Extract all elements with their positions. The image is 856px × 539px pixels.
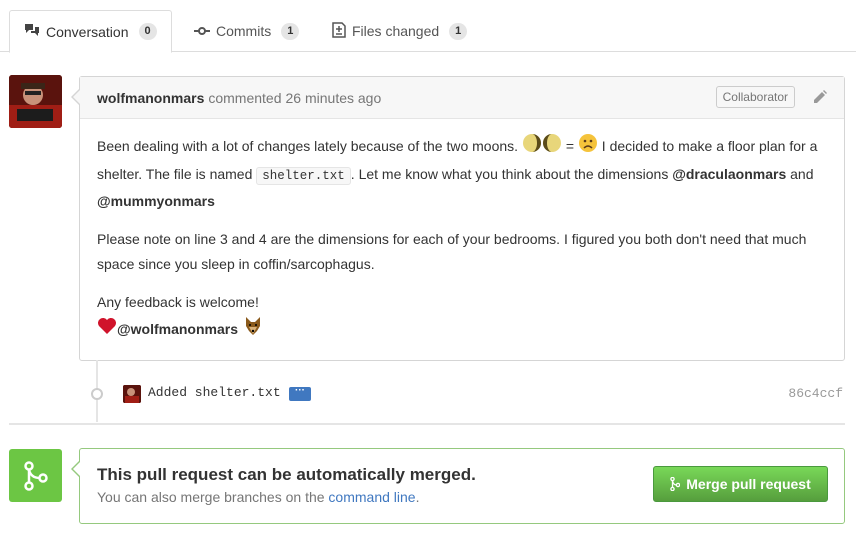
file-diff-icon — [332, 21, 346, 41]
collaborator-badge: Collaborator — [715, 86, 795, 108]
commit-message[interactable]: Added shelter.txt — [148, 385, 281, 400]
command-line-link[interactable]: command line — [328, 489, 415, 505]
avatar[interactable] — [9, 75, 62, 128]
comment-discussion-icon — [24, 23, 40, 40]
moon-icon — [542, 133, 562, 162]
comment-author[interactable]: wolfmanonmars — [97, 90, 204, 106]
commit-expand-button[interactable]: ··· — [289, 386, 311, 401]
moon-icon — [522, 133, 542, 162]
git-merge-icon — [670, 477, 681, 491]
git-commit-icon — [194, 23, 210, 39]
text-segment: Any feedback is welcome! — [97, 293, 259, 310]
tab-label: Conversation — [46, 23, 129, 40]
text-segment: and — [790, 165, 814, 182]
git-commit-icon — [91, 388, 103, 400]
merge-status-subtitle: You can also merge branches on the comma… — [97, 489, 419, 505]
inline-code-filename: shelter.txt — [256, 166, 351, 185]
tab-files-changed[interactable]: Files changed 1 — [318, 10, 481, 52]
tab-counter: 1 — [449, 22, 468, 40]
commit-author-avatar[interactable] — [123, 385, 141, 403]
commit-row: Added shelter.txt ··· 86c4ccf — [0, 380, 856, 406]
merge-box: This pull request can be automatically m… — [71, 448, 845, 524]
comment-paragraph-2: Please note on line 3 and 4 are the dime… — [97, 230, 807, 273]
comment-paragraph-1: Been dealing with a lot of changes latel… — [97, 133, 827, 215]
text-segment: . Let me know what you think about the d… — [350, 165, 669, 182]
merge-pull-request-button[interactable]: Merge pull request — [653, 466, 828, 502]
comment-box: wolfmanonmars commented 26 minutes ago C… — [71, 76, 845, 361]
wolf-icon — [242, 315, 264, 346]
text-segment: . — [415, 489, 420, 505]
text-segment: Been dealing with a lot of changes latel… — [97, 137, 519, 154]
tab-label: Files changed — [352, 23, 440, 39]
pencil-icon[interactable] — [812, 89, 828, 110]
tab-label: Commits — [216, 23, 272, 39]
comment-action: commented — [208, 89, 282, 106]
heart-icon — [97, 317, 117, 344]
merge-button-label: Merge pull request — [686, 476, 811, 492]
mention-link[interactable]: @draculaonmars — [672, 166, 786, 182]
tab-commits[interactable]: Commits 1 — [180, 10, 313, 52]
pr-tabs: Conversation 0 Commits 1 Files changed 1 — [0, 0, 856, 53]
comment-paragraph-3: Any feedback is welcome! @wolfmanonmars — [97, 290, 827, 346]
comment-body: Been dealing with a lot of changes latel… — [80, 119, 844, 346]
divider — [9, 423, 845, 425]
git-merge-icon — [9, 449, 62, 502]
commit-sha[interactable]: 86c4ccf — [788, 386, 843, 401]
text-segment: = — [565, 137, 575, 154]
tab-conversation[interactable]: Conversation 0 — [9, 10, 172, 53]
signature-mention[interactable]: @wolfmanonmars — [117, 321, 238, 337]
tab-counter: 0 — [138, 23, 157, 40]
comment-header: wolfmanonmars commented 26 minutes ago C… — [80, 77, 844, 119]
merge-status-title: This pull request can be automatically m… — [97, 465, 476, 484]
text-segment: You can also merge branches on the — [97, 489, 325, 505]
comment-time[interactable]: 26 minutes ago — [286, 90, 382, 106]
tab-counter: 1 — [281, 22, 300, 40]
frowning-face-icon — [578, 133, 598, 162]
mention-link[interactable]: @mummyonmars — [97, 193, 215, 209]
